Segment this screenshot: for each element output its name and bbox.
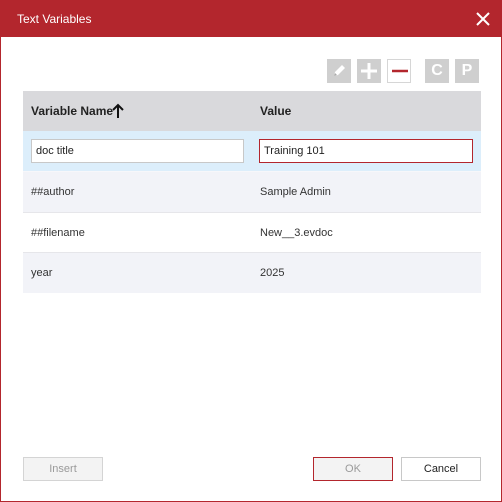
- column-header-value[interactable]: Value: [260, 104, 291, 118]
- plus-icon: [361, 63, 377, 79]
- variable-value-cell: 2025: [260, 267, 285, 279]
- grid-header: Variable Name Value: [23, 91, 481, 131]
- remove-button[interactable]: [387, 59, 411, 83]
- edit-button[interactable]: [327, 59, 351, 83]
- dialog-title: Text Variables: [17, 12, 92, 26]
- text-variables-dialog: Text Variables C P Variable Name Value d…: [0, 0, 502, 502]
- variable-value-input[interactable]: [259, 139, 473, 163]
- table-row[interactable]: year 2025: [23, 253, 481, 293]
- p-icon: P: [461, 62, 473, 79]
- variable-value-cell: New__3.evdoc: [260, 227, 333, 239]
- variable-value-cell: Sample Admin: [260, 186, 331, 198]
- paste-button[interactable]: P: [455, 59, 479, 83]
- minus-icon: [392, 69, 408, 73]
- pencil-icon: [334, 65, 345, 76]
- copy-button[interactable]: C: [425, 59, 449, 83]
- variables-grid: Variable Name Value ##author Sample Admi…: [23, 91, 481, 428]
- table-row[interactable]: ##filename New__3.evdoc: [23, 213, 481, 253]
- table-row[interactable]: [23, 131, 481, 171]
- variable-name-cell: ##filename: [31, 227, 85, 239]
- variable-name-cell: year: [31, 267, 53, 279]
- add-button[interactable]: [357, 59, 381, 83]
- cancel-button[interactable]: Cancel: [401, 457, 481, 481]
- toolbar: C P: [1, 59, 501, 83]
- column-header-variable-name[interactable]: Variable Name: [31, 104, 113, 118]
- close-icon[interactable]: [473, 9, 493, 29]
- insert-button[interactable]: Insert: [23, 457, 103, 481]
- c-icon: C: [431, 62, 443, 79]
- variable-name-cell: ##author: [31, 186, 75, 198]
- grid-empty-area: [23, 293, 481, 428]
- arrow-up-icon: [111, 103, 125, 122]
- ok-button[interactable]: OK: [313, 457, 393, 481]
- variable-name-input[interactable]: [31, 139, 244, 163]
- title-bar: Text Variables: [1, 1, 501, 37]
- table-row[interactable]: ##author Sample Admin: [23, 172, 481, 212]
